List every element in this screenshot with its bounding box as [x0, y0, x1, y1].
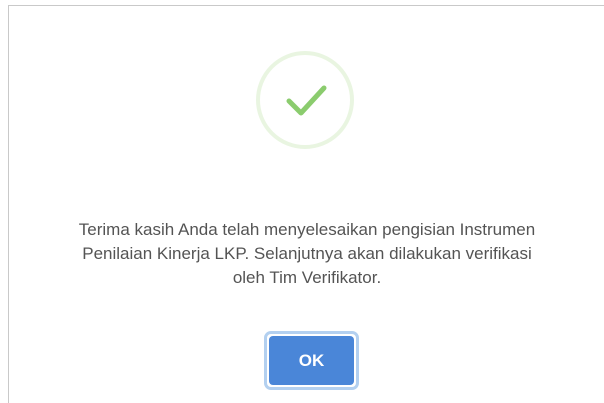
success-checkmark-icon	[256, 51, 354, 149]
message-line: oleh Tim Verifikator.	[232, 268, 382, 287]
checkmark-icon	[286, 85, 327, 116]
ok-button-label: OK	[269, 336, 354, 385]
success-dialog: Terima kasih Anda telah menyelesaikan pe…	[8, 5, 604, 403]
page: Terima kasih Anda telah menyelesaikan pe…	[0, 0, 604, 403]
ok-button[interactable]: OK	[264, 331, 359, 390]
dialog-message: Terima kasih Anda telah menyelesaikan pe…	[9, 218, 604, 290]
message-line: Terima kasih Anda telah menyelesaikan pe…	[78, 220, 536, 239]
message-line: Penilaian Kinerja LKP. Selanjutnya akan …	[82, 244, 532, 263]
